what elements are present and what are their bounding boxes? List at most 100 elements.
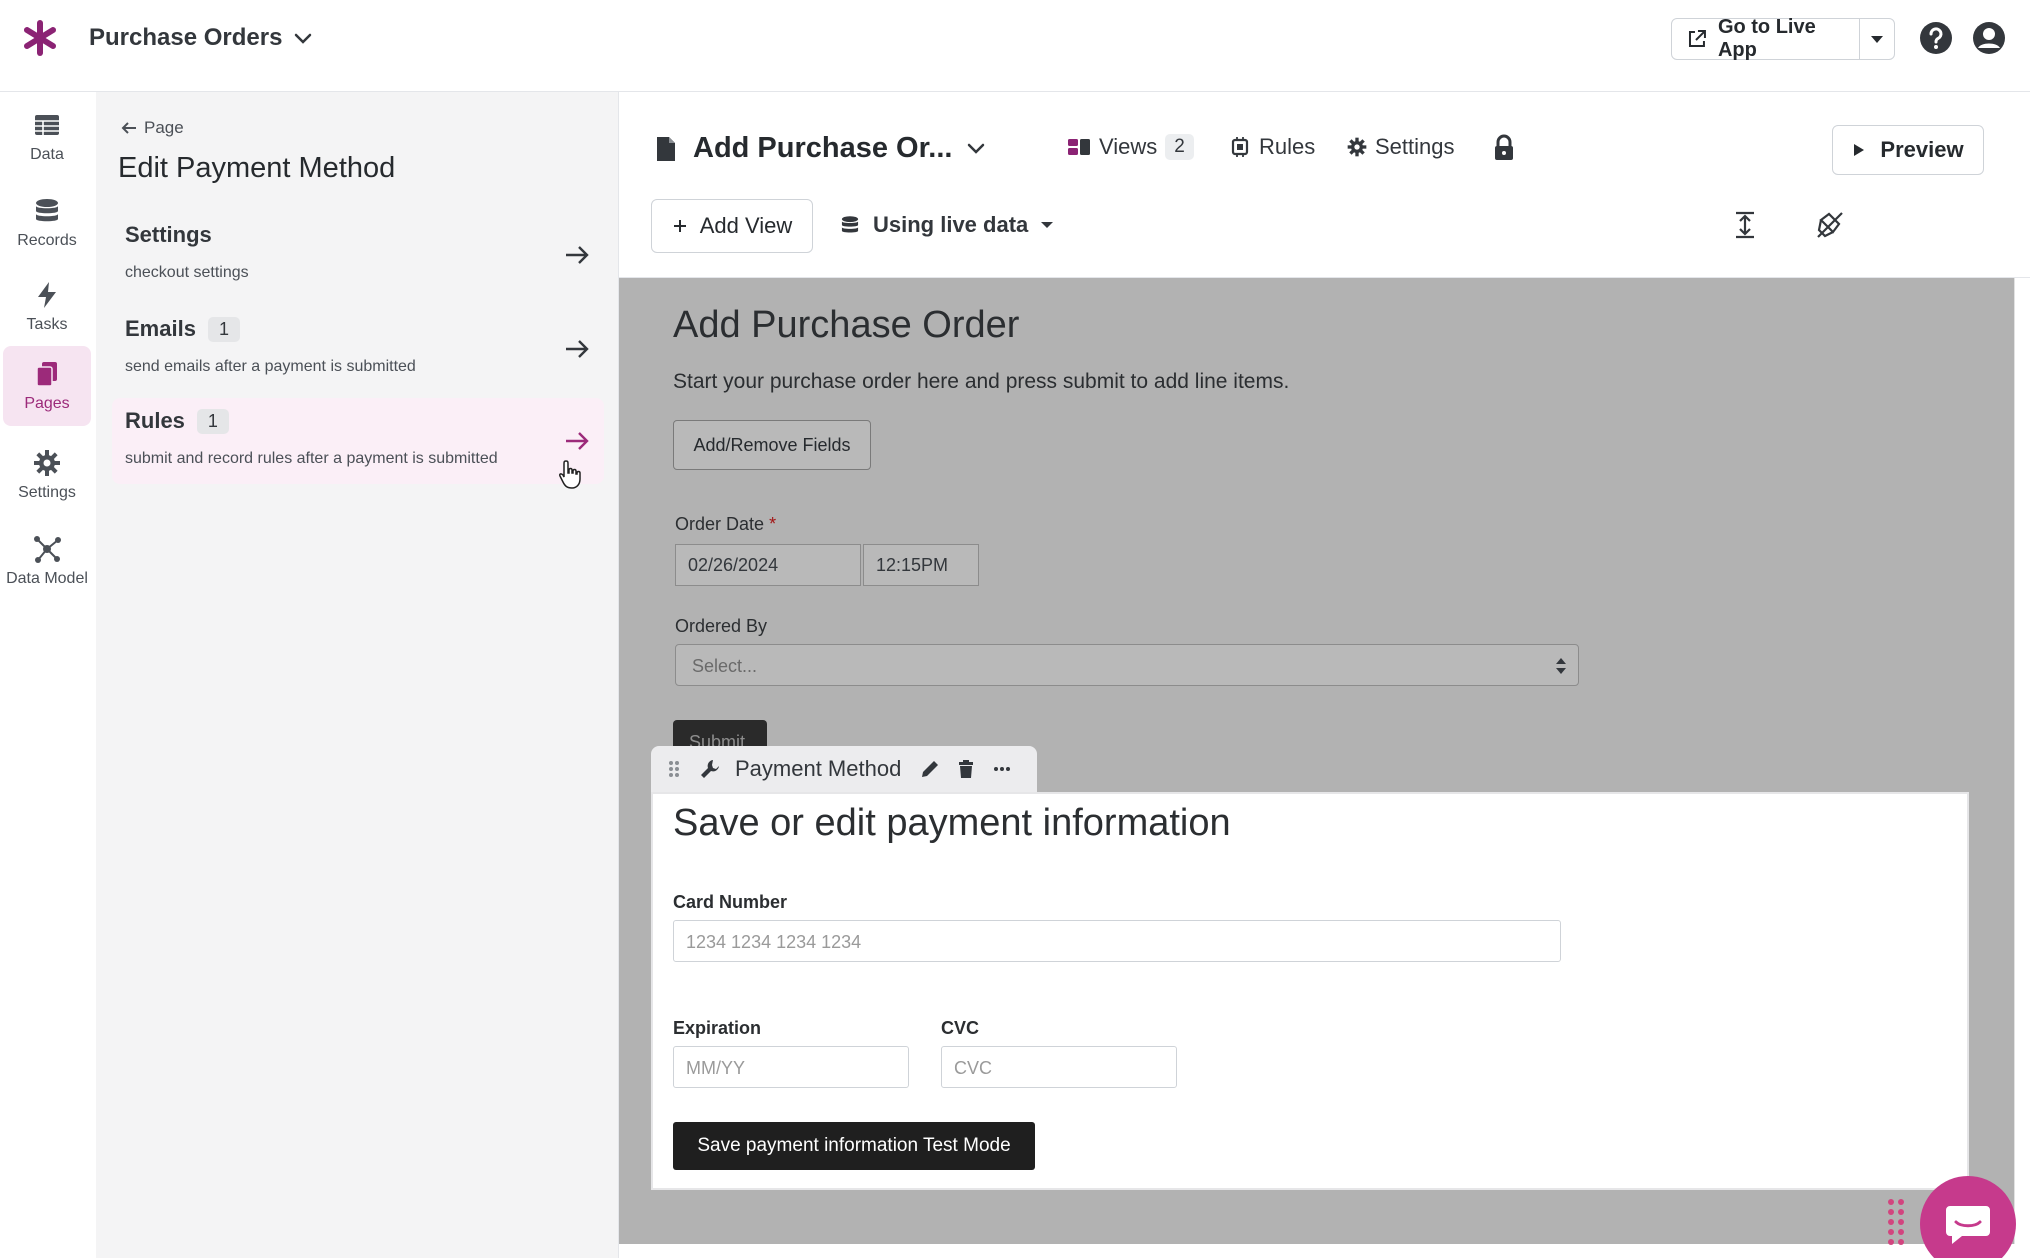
grip-dots-icon[interactable] [1884,1196,1908,1250]
app-title[interactable]: Purchase Orders [89,24,282,52]
cvc-input[interactable]: CVC [941,1046,1177,1088]
gear-icon [1347,137,1367,157]
cvc-label: CVC [941,1018,980,1038]
lock-icon[interactable] [1491,134,1517,162]
chip-icon [1231,137,1249,157]
arrow-right-icon [566,246,589,264]
more-options-icon[interactable] [991,758,1013,780]
nav-item-settings[interactable]: Settings [3,436,91,514]
card-number-label: Card Number [673,892,788,912]
row-title: Rules 1 [125,408,229,434]
panel-row-emails[interactable]: Emails 1 send emails after a payment is … [112,306,604,392]
live-app-dropdown-button[interactable] [1860,19,1894,59]
views-tab-label: Views [1099,134,1158,159]
live-data-label: Using live data [873,212,1029,237]
order-date-input[interactable]: 02/26/2024 [675,544,861,586]
tab-settings[interactable]: Settings [1347,134,1455,160]
caret-down-icon [1041,222,1054,228]
database-icon [841,216,859,233]
hand-cursor-icon [559,460,581,489]
gear-icon [34,450,60,476]
settings-tab-label: Settings [1375,134,1455,159]
count-badge: 1 [207,316,240,342]
trash-icon[interactable] [955,758,977,780]
preview-button[interactable]: Preview [1832,125,1984,175]
expiration-label: Expiration [673,1018,762,1038]
views-icon [1068,139,1090,155]
back-to-page-link[interactable]: Page [120,118,184,138]
row-title-label: Settings [125,222,212,247]
account-icon[interactable] [1971,20,2007,56]
panel-row-rules[interactable]: Rules 1 submit and record rules after a … [112,398,604,484]
nav-item-label: Data [30,146,64,163]
nav-item-label: Pages [24,395,70,412]
nav-item-label: Settings [18,484,76,501]
rules-tab-label: Rules [1259,134,1316,159]
nav-item-data-model[interactable]: Data Model [1,522,93,600]
database-icon [36,199,58,222]
nav-item-records[interactable]: Records [3,184,91,262]
canvas-scrollbar[interactable] [2014,278,2030,1244]
page-name-label: Add Purchase Or... [693,132,953,164]
order-time-input[interactable]: 12:15PM [863,544,979,586]
add-view-button[interactable]: Add View [651,199,813,253]
add-view-label: Add View [699,213,793,238]
chevron-down-icon[interactable] [290,28,316,50]
expiration-input[interactable]: MM/YY [673,1046,909,1088]
page-header: Add Purchase Or... Views 2 Rules Setting… [619,92,2030,278]
add-remove-fields-button[interactable]: Add/Remove Fields [673,420,871,470]
back-link-label: Page [144,118,184,137]
vertical-height-icon[interactable] [1730,210,1760,240]
save-payment-button[interactable]: Save payment information Test Mode [673,1122,1035,1170]
bolt-icon [38,282,56,308]
chevron-down-icon[interactable] [963,138,989,160]
tab-views[interactable]: Views 2 [1067,134,1194,160]
nav-item-data[interactable]: Data [3,98,91,176]
row-subtitle: checkout settings [125,264,249,281]
tab-rules[interactable]: Rules [1229,134,1315,160]
panel-row-settings[interactable]: Settings checkout settings [112,212,604,298]
top-bar: Purchase Orders Go to Live App [0,0,2030,92]
payment-heading: Save or edit payment information [673,802,1231,844]
arrow-right-icon [566,432,589,450]
component-name: Payment Method [735,756,902,781]
row-title: Settings [125,222,212,248]
row-subtitle: send emails after a payment is submitted [125,358,416,375]
asterisk-logo-icon[interactable] [22,18,58,58]
caret-down-icon [1871,36,1883,43]
ordered-by-label: Ordered By [675,616,768,636]
go-to-live-app-button[interactable]: Go to Live App [1672,16,1860,61]
help-icon[interactable] [1918,20,1954,56]
nav-item-label: Tasks [26,316,68,333]
page-name[interactable]: Add Purchase Or... [655,132,952,165]
drag-handle-icon[interactable] [663,758,685,780]
play-icon [1854,144,1865,156]
form-heading: Add Purchase Order [673,304,1020,346]
form-description: Start your purchase order here and press… [673,370,1290,393]
nav-item-label: Data Model [6,570,88,587]
paint-slash-icon[interactable] [1815,210,1845,240]
chat-bubble-icon [1946,1206,1990,1244]
arrow-right-icon [566,340,589,358]
live-app-button-group: Go to Live App [1671,16,1895,61]
table-icon [35,115,59,135]
left-nav: Data Records Tasks Pages Settings Data M… [0,92,96,1258]
pencil-icon[interactable] [919,758,941,780]
network-icon [34,536,61,563]
edit-panel: Page Edit Payment Method Settings checko… [96,92,619,1258]
nav-item-pages[interactable]: Pages [3,346,91,426]
card-number-input[interactable]: 1234 1234 1234 1234 [673,920,1561,962]
required-mark: * [769,514,777,534]
arrow-left-icon [121,122,136,134]
views-count-badge: 2 [1165,134,1194,160]
order-date-label: Order Date * [675,514,776,535]
row-title: Emails 1 [125,316,240,342]
ordered-by-placeholder: Select... [692,656,758,676]
nav-item-tasks[interactable]: Tasks [3,268,91,346]
ordered-by-select[interactable]: Select... [675,644,1579,686]
select-arrows-icon [1556,658,1566,674]
preview-label: Preview [1880,137,1964,162]
go-to-live-app-label: Go to Live App [1717,16,1816,61]
payment-method-component[interactable]: Save or edit payment information Card Nu… [651,792,1969,1190]
live-data-dropdown[interactable]: Using live data [839,212,1054,238]
